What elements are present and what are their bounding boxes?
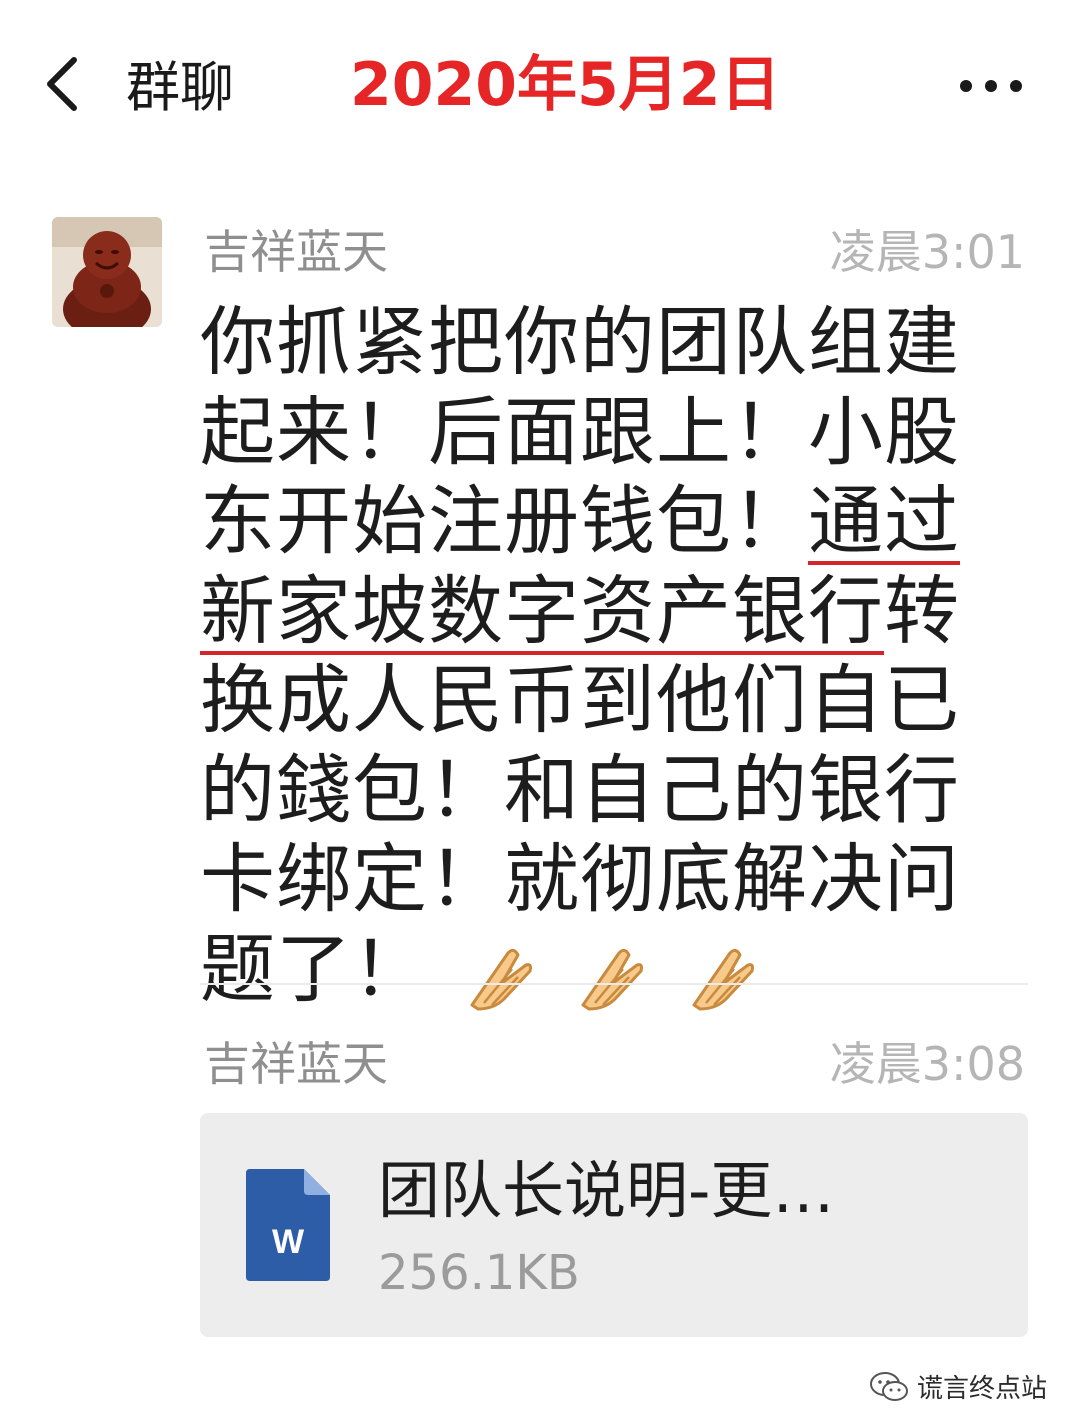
- emoji-group: [464, 929, 772, 1019]
- date-annotation: 2020年5月2日: [350, 50, 781, 120]
- clap-hands-icon: [581, 948, 643, 1011]
- clap-hands-icon: [692, 948, 754, 1011]
- back-button[interactable]: [38, 52, 98, 116]
- watermark-text: 谎言终点站: [916, 1374, 1047, 1404]
- word-icon-letter: W: [272, 1223, 305, 1261]
- chat-header: 群聊 2020年5月2日: [0, 0, 1079, 160]
- clap-hands-icon: [470, 948, 533, 1011]
- message-text: 你抓紧把你的团队组建起来！后面跟上！小股东开始注册钱包！通过新家坡数字资产银行转…: [200, 298, 1030, 1019]
- buddha-statue-avatar: [52, 217, 162, 327]
- page-title: 群聊: [126, 56, 234, 119]
- ellipsis-icon: [960, 80, 1022, 92]
- sender-name: 吉祥蓝天: [204, 225, 388, 279]
- message-time: 凌晨3:08: [829, 1037, 1025, 1091]
- message-time: 凌晨3:01: [829, 225, 1025, 279]
- chevron-left-icon: [47, 57, 77, 111]
- file-name: 团队长说明-更…: [378, 1155, 835, 1227]
- avatar[interactable]: [52, 217, 162, 327]
- message-divider: [200, 983, 1028, 985]
- sender-name: 吉祥蓝天: [204, 1037, 388, 1091]
- file-attachment[interactable]: W 团队长说明-更… 256.1KB: [200, 1113, 1028, 1337]
- more-options-button[interactable]: [956, 68, 1026, 104]
- file-size: 256.1KB: [378, 1245, 580, 1301]
- word-document-icon: W: [246, 1169, 330, 1281]
- watermark: 谎言终点站: [869, 1368, 1047, 1405]
- wechat-logo-icon: [869, 1371, 908, 1401]
